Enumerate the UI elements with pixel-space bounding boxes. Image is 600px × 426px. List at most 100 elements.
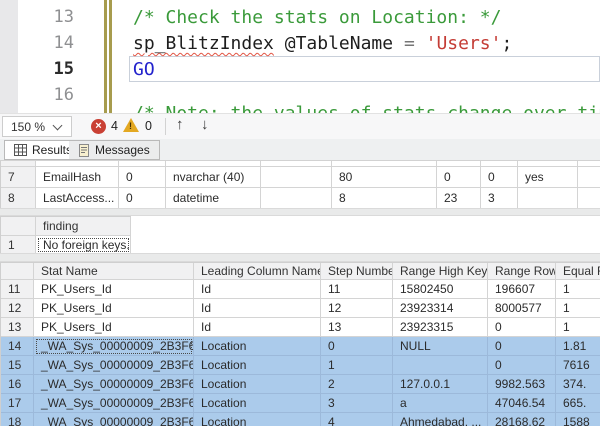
row-number-cell[interactable]: 18 bbox=[1, 413, 34, 426]
grid-cell[interactable]: 23923315 bbox=[393, 318, 488, 337]
code-line-17-partial: /* Note: the values of stats change over… bbox=[133, 103, 600, 113]
grid-cell[interactable]: 0 bbox=[488, 318, 556, 337]
row-number-cell[interactable]: 7 bbox=[1, 167, 36, 188]
grid-splitter[interactable] bbox=[0, 208, 600, 216]
grid-cell[interactable]: _WA_Sys_00000009_2B3F6... bbox=[34, 356, 194, 375]
grid-cell[interactable] bbox=[393, 356, 488, 375]
tab-messages[interactable]: Messages bbox=[69, 140, 160, 160]
grid-cell[interactable]: 4 bbox=[321, 413, 393, 426]
warning-icon[interactable]: ! bbox=[123, 118, 139, 132]
navigate-down-button[interactable]: ↓ bbox=[201, 116, 209, 133]
column-header-cell[interactable]: Range High Key bbox=[393, 263, 488, 280]
column-header-cell[interactable] bbox=[1, 217, 36, 236]
grid-splitter[interactable] bbox=[0, 253, 600, 262]
row-number-cell[interactable]: 16 bbox=[1, 375, 34, 394]
row-number-cell[interactable]: 13 bbox=[1, 318, 34, 337]
grid-cell[interactable]: 1 bbox=[556, 299, 600, 318]
grid-cell[interactable]: 0 bbox=[119, 167, 166, 188]
grid-cell[interactable]: Location bbox=[194, 413, 321, 426]
breakpoint-margin[interactable] bbox=[0, 0, 18, 113]
grid-cell[interactable]: a bbox=[393, 394, 488, 413]
grid-cell[interactable]: 15802450 bbox=[393, 280, 488, 299]
grid-cell[interactable]: PK_Users_Id bbox=[34, 299, 194, 318]
column-header-cell[interactable]: Range Rows bbox=[488, 263, 556, 280]
grid-cell[interactable]: 47046.54 bbox=[488, 394, 556, 413]
grid-cell[interactable] bbox=[518, 188, 578, 209]
grid-cell[interactable]: 3 bbox=[481, 188, 518, 209]
grid-cell[interactable]: 8000577 bbox=[488, 299, 556, 318]
grid-cell[interactable]: Id bbox=[194, 299, 321, 318]
column-header-cell[interactable]: Step Number bbox=[321, 263, 393, 280]
grid-cell[interactable]: 0 bbox=[488, 337, 556, 356]
grid-cell[interactable]: 1.81 bbox=[556, 337, 600, 356]
grid-cell[interactable]: 1 bbox=[321, 356, 393, 375]
grid-cell[interactable]: EmailHash bbox=[36, 167, 119, 188]
grid-cell[interactable]: Ahmedabad, ... bbox=[393, 413, 488, 426]
grid-cell[interactable]: 665. bbox=[556, 394, 600, 413]
grid-cell[interactable]: 23 bbox=[437, 188, 481, 209]
grid-cell[interactable]: Location bbox=[194, 356, 321, 375]
grid-cell[interactable]: 8 bbox=[332, 188, 437, 209]
grid-cell[interactable]: 0 bbox=[437, 167, 481, 188]
grid-cell[interactable]: 23923314 bbox=[393, 299, 488, 318]
row-number-cell[interactable]: 1 bbox=[1, 236, 36, 254]
grid-cell[interactable]: Location bbox=[194, 394, 321, 413]
grid-cell[interactable]: 0 bbox=[481, 167, 518, 188]
grid-cell[interactable]: PK_Users_Id bbox=[34, 280, 194, 299]
grid-cell[interactable]: 0 bbox=[119, 188, 166, 209]
column-header-cell[interactable]: Leading Column Name bbox=[194, 263, 321, 280]
grid-cell[interactable]: NULL bbox=[393, 337, 488, 356]
column-header-cell[interactable]: Stat Name bbox=[34, 263, 194, 280]
grid-cell[interactable]: _WA_Sys_00000009_2B3F6... bbox=[34, 375, 194, 394]
row-number-cell[interactable]: 15 bbox=[1, 356, 34, 375]
grid-cell[interactable] bbox=[578, 188, 600, 209]
grid-cell[interactable]: No foreign keys. bbox=[36, 236, 131, 254]
grid-cell[interactable]: 196607 bbox=[488, 280, 556, 299]
column-header-cell[interactable] bbox=[1, 263, 34, 280]
row-number-cell[interactable]: 8 bbox=[1, 188, 36, 209]
grid-cell[interactable]: _WA_Sys_00000009_2B3F6... bbox=[34, 413, 194, 426]
row-number-cell[interactable]: 12 bbox=[1, 299, 34, 318]
grid-cell[interactable]: 13 bbox=[321, 318, 393, 337]
grid-cell[interactable]: LastAccess... bbox=[36, 188, 119, 209]
grid-cell[interactable]: Id bbox=[194, 280, 321, 299]
grid-cell[interactable]: 80 bbox=[332, 167, 437, 188]
query-editor[interactable]: 13 14 15 16 /* Check the stats on Locati… bbox=[0, 0, 600, 113]
row-number-cell[interactable]: 11 bbox=[1, 280, 34, 299]
grid-cell[interactable]: PK_Users_Id bbox=[34, 318, 194, 337]
grid-cell[interactable]: _WA_Sys_00000009_2B3F6... bbox=[34, 394, 194, 413]
grid-cell[interactable]: datetime bbox=[166, 188, 261, 209]
grid-cell[interactable]: 1 bbox=[556, 280, 600, 299]
error-icon[interactable]: × bbox=[91, 119, 106, 134]
navigate-up-button[interactable]: ↑ bbox=[176, 116, 184, 133]
grid-cell[interactable]: 7616 bbox=[556, 356, 600, 375]
grid-cell[interactable]: 374. bbox=[556, 375, 600, 394]
grid-cell[interactable]: _WA_Sys_00000009_2B3F6... bbox=[34, 337, 194, 356]
column-header-cell[interactable]: finding bbox=[36, 217, 131, 236]
grid-cell[interactable] bbox=[261, 167, 332, 188]
grid-cell[interactable]: 1 bbox=[556, 318, 600, 337]
zoom-level-combobox[interactable]: 150 % bbox=[2, 116, 72, 137]
grid-cell[interactable]: 28168.62 bbox=[488, 413, 556, 426]
row-number-cell[interactable]: 17 bbox=[1, 394, 34, 413]
grid-cell[interactable]: yes bbox=[518, 167, 578, 188]
grid-cell[interactable]: 3 bbox=[321, 394, 393, 413]
grid-cell[interactable]: 12 bbox=[321, 299, 393, 318]
grid-cell[interactable]: Location bbox=[194, 337, 321, 356]
grid-cell[interactable]: 2 bbox=[321, 375, 393, 394]
grid-cell[interactable]: Location bbox=[194, 375, 321, 394]
grid-cell[interactable]: 9982.563 bbox=[488, 375, 556, 394]
column-header-cell[interactable]: Equal Rows bbox=[556, 263, 600, 280]
grid-cell[interactable]: 0 bbox=[488, 356, 556, 375]
grid-cell[interactable]: nvarchar (40) bbox=[166, 167, 261, 188]
error-count[interactable]: 4 bbox=[111, 119, 118, 133]
grid-cell[interactable]: 0 bbox=[321, 337, 393, 356]
warning-count[interactable]: 0 bbox=[145, 119, 152, 133]
grid-cell[interactable] bbox=[261, 188, 332, 209]
row-number-cell[interactable]: 14 bbox=[1, 337, 34, 356]
grid-cell[interactable]: 1588 bbox=[556, 413, 600, 426]
grid-cell[interactable]: 127.0.0.1 bbox=[393, 375, 488, 394]
grid-cell[interactable]: 11 bbox=[321, 280, 393, 299]
grid-cell[interactable]: Id bbox=[194, 318, 321, 337]
grid-cell[interactable] bbox=[578, 167, 600, 188]
